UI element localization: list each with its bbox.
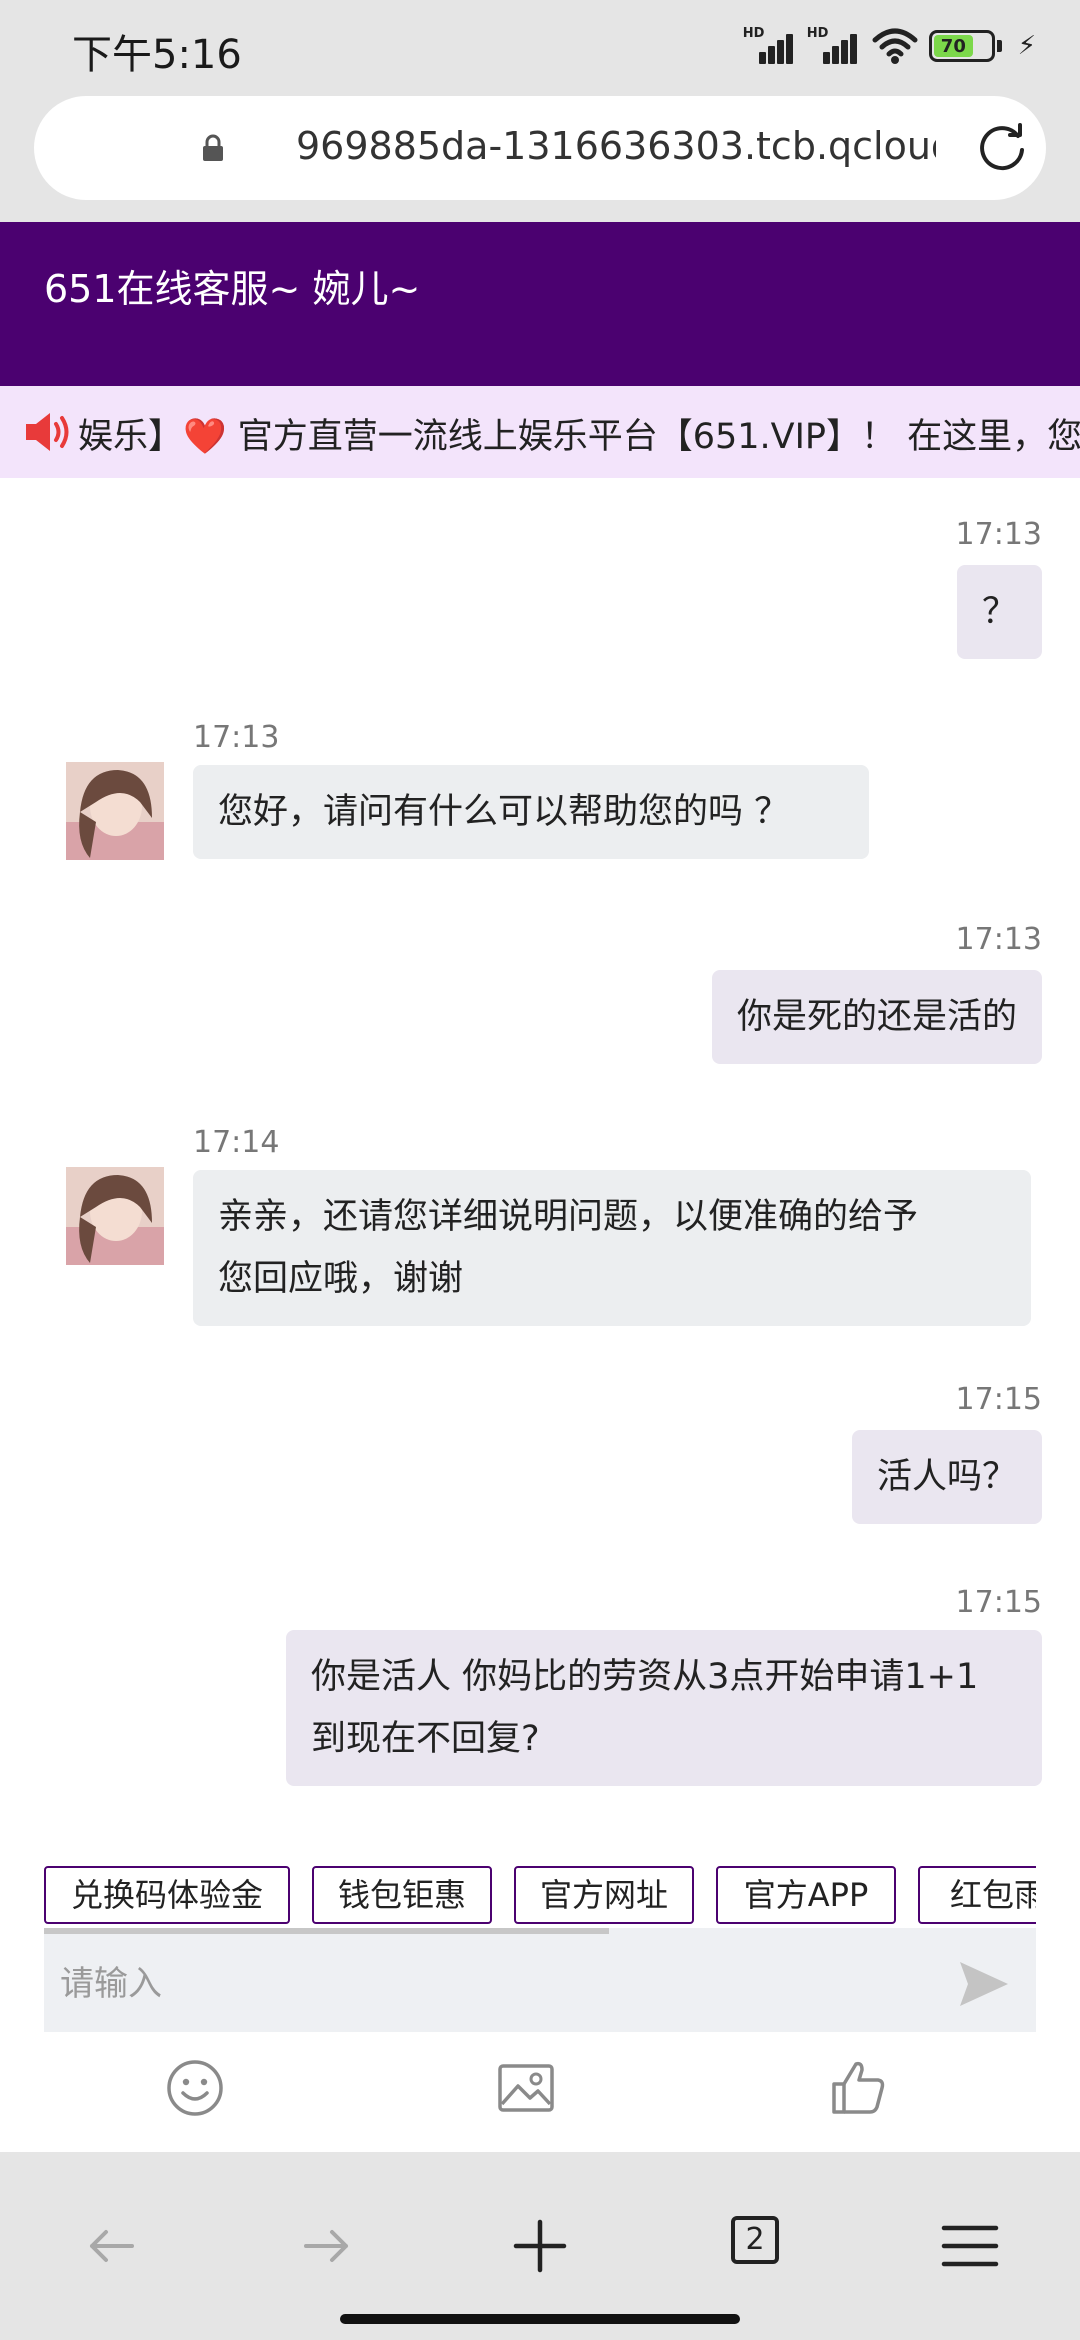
message-time: 17:15: [955, 1585, 1042, 1620]
emoji-icon[interactable]: [165, 2058, 225, 2118]
home-indicator: [340, 2314, 740, 2324]
message-text: 您好，请问有什么可以帮助您的吗 ？: [218, 792, 790, 832]
browser-bottom-bar: 2: [0, 2152, 1080, 2340]
my-message-bubble: 活人吗？: [851, 1430, 1042, 1524]
message-text: 活人吗？: [876, 1457, 1017, 1497]
tabs-count-button[interactable]: 2: [731, 2216, 779, 2264]
wifi-icon: [872, 28, 918, 64]
quick-button-official-site[interactable]: 官方网址: [514, 1866, 694, 1924]
message-time: 17:13: [193, 720, 280, 755]
hd-signal-icon: HD: [743, 26, 797, 66]
quick-button-redeem-code[interactable]: 兑换码体验金: [44, 1866, 290, 1924]
address-bar[interactable]: 969885da-1316636303.tcb.qcloud.l: [34, 96, 1046, 200]
message-text: 到现在不回复?: [311, 1719, 540, 1759]
message-text: 你是活人 你妈比的劳资从3点开始申请1+1: [311, 1657, 979, 1697]
hd-signal-icon: HD: [807, 26, 861, 66]
message-input[interactable]: [60, 1956, 940, 2012]
send-icon[interactable]: [956, 1956, 1012, 2012]
avatar: [66, 762, 164, 860]
status-bar: 下午5:16 HD HD 70 ⚡: [0, 0, 1080, 96]
status-time: 下午5:16: [72, 32, 242, 78]
message-time: 17:13: [955, 517, 1042, 552]
message-composer: [44, 1934, 1036, 2032]
forward-arrow-icon[interactable]: [294, 2214, 358, 2278]
my-message-bubble: 你是活人 你妈比的劳资从3点开始申请1+1 到现在不回复?: [286, 1630, 1042, 1786]
my-message-bubble: ？: [956, 565, 1042, 659]
message-text: 你是死的还是活的: [736, 997, 1017, 1037]
menu-icon[interactable]: [938, 2214, 1002, 2278]
message-time: 17:13: [955, 922, 1042, 957]
lock-icon: [203, 134, 223, 161]
speaker-icon: [26, 413, 69, 451]
agent-message-bubble: 您好，请问有什么可以帮助您的吗 ？: [193, 765, 869, 859]
browser-toolbar: 969885da-1316636303.tcb.qcloud.l: [0, 96, 1080, 222]
url-text[interactable]: 969885da-1316636303.tcb.qcloud.l: [296, 124, 936, 168]
chat-header: 651在线客服~ 婉儿~: [0, 222, 1080, 386]
charging-icon: ⚡: [1017, 31, 1036, 61]
marquee-text: 娱乐】❤️ 官方直营一流线上娱乐平台【651.VIP】！ 在这里，您: [78, 417, 1080, 457]
message-time: 17:15: [955, 1382, 1042, 1417]
message-time: 17:14: [193, 1125, 280, 1160]
image-icon[interactable]: [496, 2058, 556, 2118]
thumbs-up-icon[interactable]: [828, 2058, 888, 2118]
quick-button-wallet[interactable]: 钱包钜惠: [312, 1866, 492, 1924]
quick-button-red-packet[interactable]: 红包雨: [918, 1866, 1036, 1924]
my-message-bubble: 你是死的还是活的: [711, 970, 1042, 1064]
back-arrow-icon[interactable]: [80, 2214, 144, 2278]
agent-message-bubble: 亲亲，还请您详细说明问题，以便准确的给予 您回应哦，谢谢: [193, 1170, 1031, 1326]
page-title: 651在线客服~ 婉儿~: [44, 267, 421, 311]
reload-icon[interactable]: [974, 120, 1030, 176]
status-icons: HD HD 70 ⚡: [743, 26, 1036, 66]
battery-tip: [996, 40, 1002, 52]
message-text: ？: [981, 592, 1017, 632]
notice-marquee: 娱乐】❤️ 官方直营一流线上娱乐平台【651.VIP】！ 在这里，您: [0, 386, 1080, 478]
message-text: 亲亲，还请您详细说明问题，以便准确的给予: [218, 1197, 919, 1237]
quick-reply-bar[interactable]: 兑换码体验金 钱包钜惠 官方网址 官方APP 红包雨: [44, 1866, 1036, 1926]
battery-level: 70: [933, 35, 973, 57]
avatar: [66, 1167, 164, 1265]
message-text: 您回应哦，谢谢: [218, 1259, 464, 1299]
battery-icon: 70: [928, 30, 995, 62]
new-tab-plus-icon[interactable]: [508, 2214, 572, 2278]
quick-button-official-app[interactable]: 官方APP: [716, 1866, 896, 1924]
